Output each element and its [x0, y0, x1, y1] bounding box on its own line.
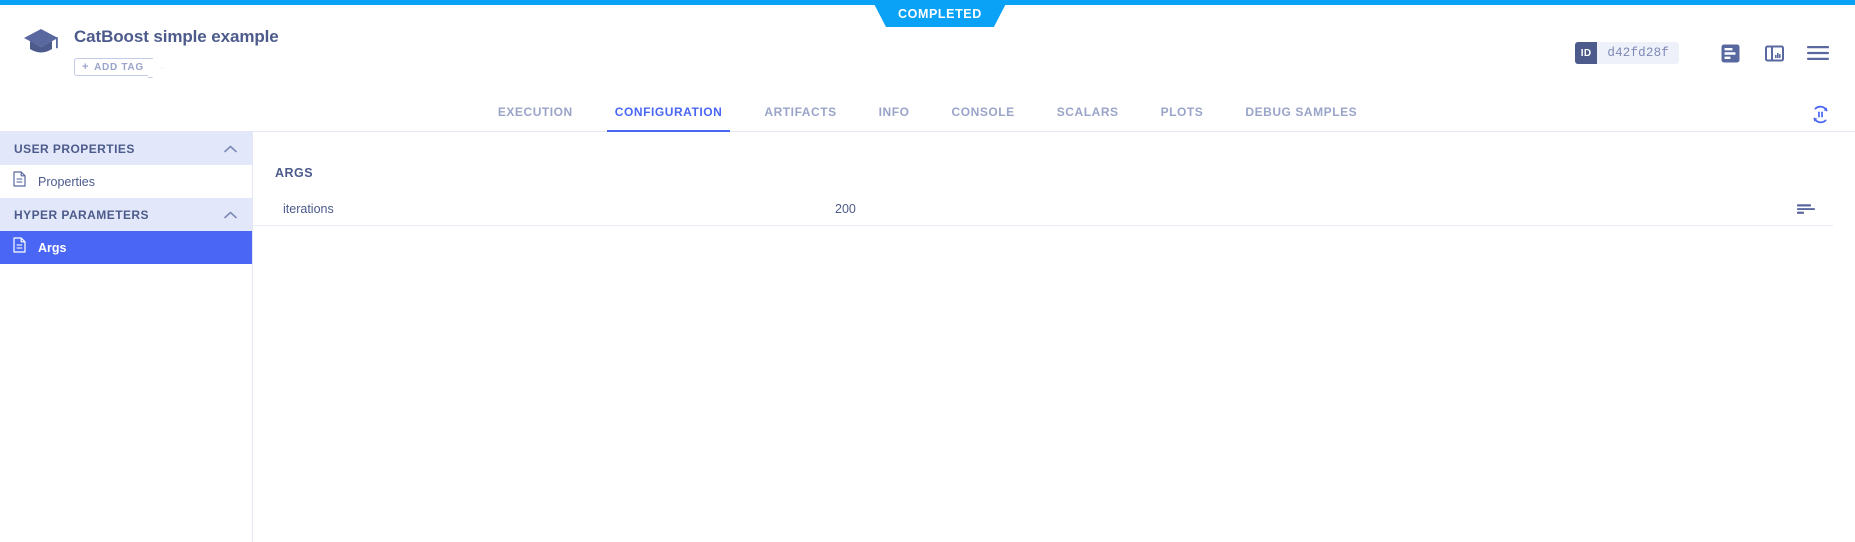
split-panel-icon[interactable]: [1757, 36, 1791, 70]
header-right-group: ID d42fd28f: [1575, 36, 1835, 70]
document-icon: [13, 171, 26, 192]
id-label: ID: [1575, 42, 1598, 64]
sidebar-item-properties[interactable]: Properties: [0, 165, 252, 198]
sidebar-item-label: Args: [38, 241, 66, 255]
header-left-group: CatBoost simple example + ADD TAG: [22, 23, 279, 76]
tab-plots[interactable]: PLOTS: [1140, 105, 1225, 131]
sidebar-item-label: Properties: [38, 175, 95, 189]
chevron-up-icon[interactable]: [224, 140, 237, 158]
args-section-title: ARGS: [253, 166, 1855, 180]
tab-list: EXECUTION CONFIGURATION ARTIFACTS INFO C…: [477, 96, 1378, 131]
sidebar-section-hyper-parameters[interactable]: HYPER PARAMETERS: [0, 198, 252, 231]
page-title: CatBoost simple example: [74, 27, 279, 47]
configuration-main-panel: ARGS iterations 200: [253, 132, 1855, 542]
graduation-cap-icon: [22, 23, 60, 61]
table-row: iterations 200: [253, 193, 1833, 226]
experiment-id-badge[interactable]: ID d42fd28f: [1575, 42, 1679, 64]
log-view-icon[interactable]: [1713, 36, 1747, 70]
tabs-bar: EXECUTION CONFIGURATION ARTIFACTS INFO C…: [0, 96, 1855, 132]
id-value: d42fd28f: [1597, 46, 1679, 60]
add-tag-button[interactable]: + ADD TAG: [74, 58, 153, 76]
tab-debug-samples[interactable]: DEBUG SAMPLES: [1224, 105, 1378, 131]
tab-scalars[interactable]: SCALARS: [1036, 105, 1140, 131]
tab-configuration[interactable]: CONFIGURATION: [594, 105, 744, 131]
add-tag-label: ADD TAG: [94, 62, 144, 73]
param-value: 200: [835, 202, 1787, 216]
status-badge: COMPLETED: [872, 0, 1008, 27]
sidebar-item-args[interactable]: Args: [0, 231, 252, 264]
tab-info[interactable]: INFO: [858, 105, 931, 131]
plus-icon: +: [82, 61, 89, 73]
sidebar-section-user-properties[interactable]: USER PROPERTIES: [0, 132, 252, 165]
title-column: CatBoost simple example + ADD TAG: [74, 23, 279, 76]
page-body: USER PROPERTIES Properties HYPER PARAMET…: [0, 132, 1855, 542]
tab-execution[interactable]: EXECUTION: [477, 105, 594, 131]
document-icon: [13, 237, 26, 258]
refresh-pause-icon[interactable]: [1807, 101, 1833, 127]
chevron-up-icon[interactable]: [224, 206, 237, 224]
configuration-sidebar: USER PROPERTIES Properties HYPER PARAMET…: [0, 132, 253, 542]
sidebar-section-label: HYPER PARAMETERS: [14, 208, 149, 222]
sidebar-section-label: USER PROPERTIES: [14, 142, 135, 156]
sort-bars-icon[interactable]: [1787, 198, 1815, 220]
param-key: iterations: [275, 202, 835, 216]
tab-artifacts[interactable]: ARTIFACTS: [743, 105, 857, 131]
tab-console[interactable]: CONSOLE: [931, 105, 1036, 131]
hamburger-menu-icon[interactable]: [1801, 36, 1835, 70]
